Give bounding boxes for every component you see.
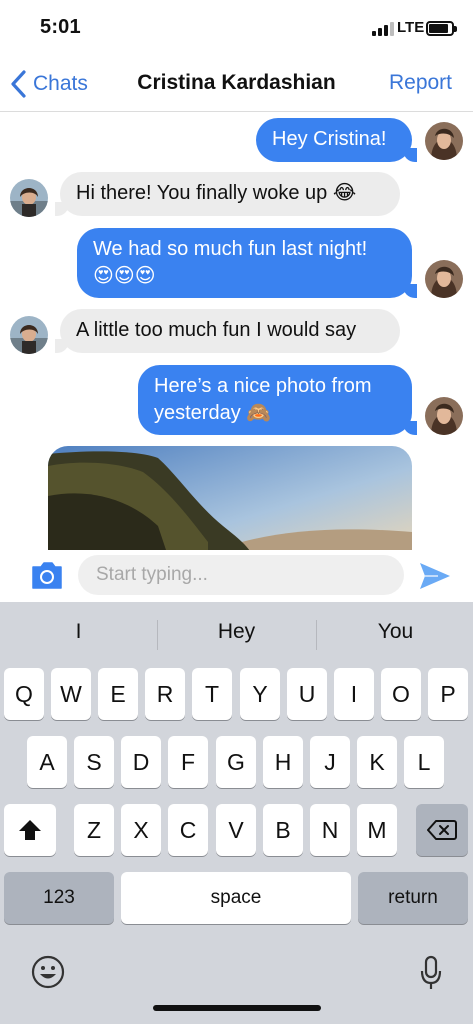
incoming-message[interactable]: Hi there! You finally woke up 😂 [55,172,400,216]
return-key[interactable]: return [358,872,468,924]
key-o[interactable]: O [381,668,421,720]
key-c[interactable]: C [168,804,208,856]
key-y[interactable]: Y [240,668,280,720]
shift-icon [19,820,41,840]
outgoing-message[interactable]: Here’s a nice photo from yesterday 🙈 [138,365,417,435]
emoji-icon[interactable] [31,955,65,989]
key-r[interactable]: R [145,668,185,720]
key-t[interactable]: T [192,668,232,720]
own-avatar [425,260,463,298]
key-x[interactable]: X [121,804,161,856]
suggestion-item[interactable]: You [317,620,473,644]
own-avatar [425,122,463,160]
message-input[interactable] [78,555,404,595]
status-time: 5:01 [40,16,81,38]
key-s[interactable]: S [74,736,114,788]
key-z[interactable]: Z [74,804,114,856]
key-g[interactable]: G [216,736,256,788]
status-bar: 5:01 LTE [0,0,473,58]
key-p[interactable]: P [428,668,468,720]
suggestion-bar: I Hey You [0,612,473,658]
incoming-message[interactable]: A little too much fun I would say [55,309,400,353]
key-m[interactable]: M [357,804,397,856]
network-type: LTE [397,19,425,36]
suggestion-item[interactable]: Hey [158,620,315,644]
backspace-icon [427,820,457,840]
key-l[interactable]: L [404,736,444,788]
key-j[interactable]: J [310,736,350,788]
key-n[interactable]: N [310,804,350,856]
keyboard: I Hey You Q W E R T Y U I O P A S D F G … [0,602,473,1024]
message-list[interactable]: Hey Cristina! Hi there! You finally woke… [0,113,473,550]
key-i[interactable]: I [334,668,374,720]
contact-avatar [10,316,48,354]
delete-key[interactable] [416,804,468,856]
camera-icon[interactable] [30,560,64,590]
signal-strength-icon [372,22,394,36]
key-k[interactable]: K [357,736,397,788]
outgoing-message[interactable]: Hey Cristina! [256,118,417,162]
key-b[interactable]: B [263,804,303,856]
microphone-icon[interactable] [420,955,442,991]
nav-bar: Chats Cristina Kardashian Report [0,58,473,112]
key-u[interactable]: U [287,668,327,720]
numbers-key[interactable]: 123 [4,872,114,924]
send-icon[interactable] [418,560,452,592]
key-d[interactable]: D [121,736,161,788]
key-q[interactable]: Q [4,668,44,720]
key-h[interactable]: H [263,736,303,788]
key-a[interactable]: A [27,736,67,788]
suggestion-item[interactable]: I [0,620,157,644]
photo-message[interactable] [48,446,412,550]
own-avatar [425,397,463,435]
contact-avatar [10,179,48,217]
report-button[interactable]: Report [389,71,452,95]
home-indicator[interactable] [153,1005,321,1011]
key-f[interactable]: F [168,736,208,788]
key-e[interactable]: E [98,668,138,720]
space-key[interactable]: space [121,872,351,924]
composer [0,550,473,602]
key-v[interactable]: V [216,804,256,856]
key-w[interactable]: W [51,668,91,720]
shift-key[interactable] [4,804,56,856]
outgoing-message[interactable]: We had so much fun last night! 😍😍😍 [77,228,417,298]
battery-icon [426,21,457,36]
